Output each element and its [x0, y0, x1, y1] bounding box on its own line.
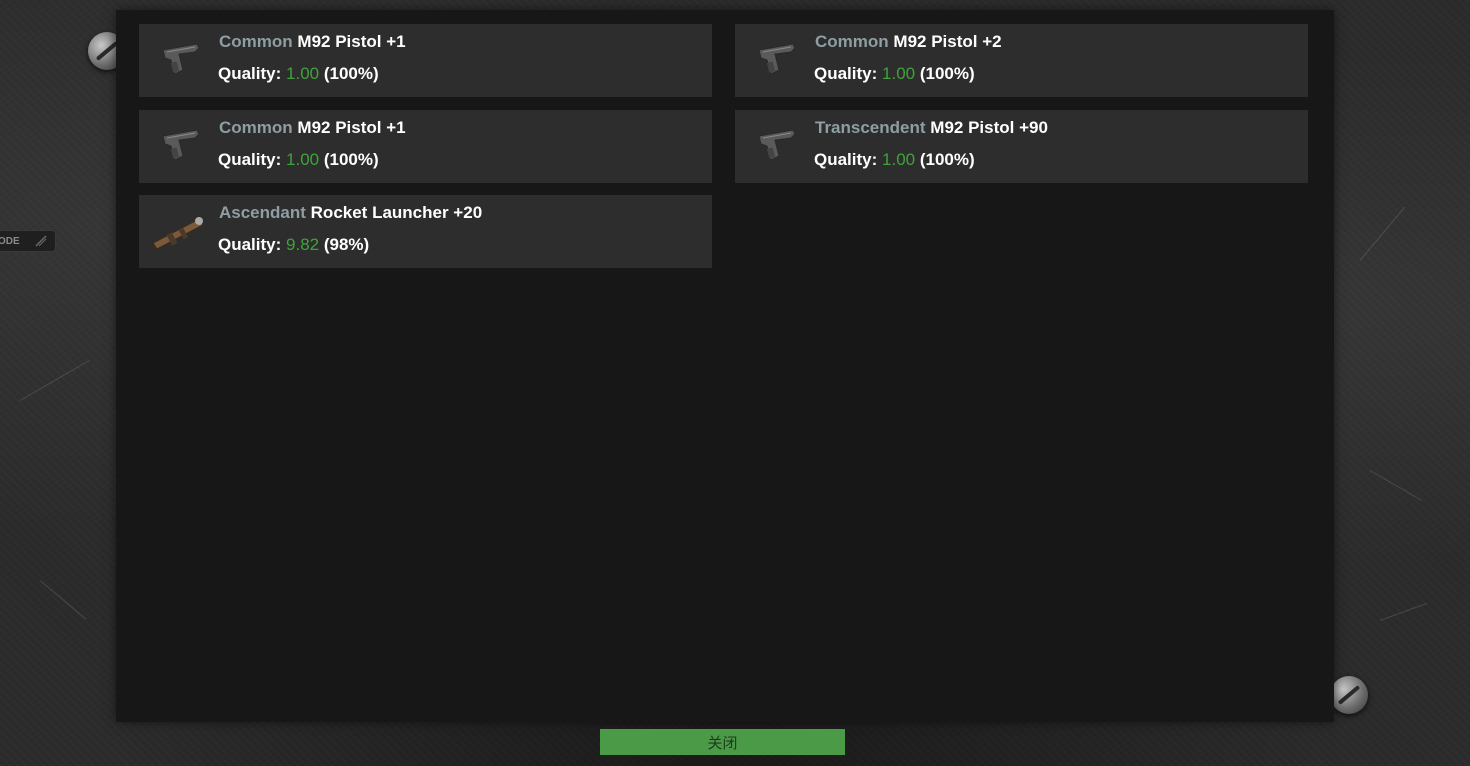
- pistol-icon: [162, 43, 200, 75]
- quality-percent: (100%): [323, 150, 379, 169]
- quality-label: Quality:: [814, 64, 878, 83]
- screw-icon: [1330, 676, 1368, 714]
- slash-icon: [35, 235, 47, 247]
- pistol-icon: [758, 129, 796, 161]
- quality-percent: (100%): [323, 64, 379, 83]
- item-rarity: Common: [219, 118, 293, 137]
- rocket-launcher-icon: [152, 217, 204, 250]
- item-card[interactable]: Transcendent M92 Pistol +90 Quality: 1.0…: [735, 110, 1308, 183]
- item-rarity: Ascendant: [219, 203, 306, 222]
- pistol-icon: [162, 129, 200, 161]
- quality-value: 1.00: [286, 64, 320, 83]
- item-title: Ascendant Rocket Launcher +20: [219, 203, 482, 223]
- item-quality: Quality: 1.00 (100%): [218, 64, 379, 84]
- quality-label: Quality:: [814, 150, 878, 169]
- item-name: M92 Pistol +2: [893, 32, 1002, 51]
- item-quality: Quality: 1.00 (100%): [814, 150, 975, 170]
- quality-label: Quality:: [218, 64, 282, 83]
- reward-list-panel: Common M92 Pistol +1 Quality: 1.00 (100%…: [116, 10, 1334, 722]
- quality-value: 1.00: [286, 150, 320, 169]
- item-name: Rocket Launcher +20: [310, 203, 483, 222]
- item-name: M92 Pistol +1: [297, 32, 406, 51]
- item-quality: Quality: 1.00 (100%): [218, 150, 379, 170]
- item-card[interactable]: Common M92 Pistol +1 Quality: 1.00 (100%…: [139, 110, 712, 183]
- item-name: M92 Pistol +1: [297, 118, 406, 137]
- item-name: M92 Pistol +90: [930, 118, 1048, 137]
- item-title: Common M92 Pistol +2: [815, 32, 1002, 52]
- side-mode-label: ODE: [0, 236, 20, 247]
- close-button[interactable]: 关闭: [600, 729, 845, 755]
- item-card[interactable]: Ascendant Rocket Launcher +20 Quality: 9…: [139, 195, 712, 268]
- item-title: Common M92 Pistol +1: [219, 118, 406, 138]
- item-quality: Quality: 9.82 (98%): [218, 235, 369, 255]
- quality-value: 1.00: [882, 64, 916, 83]
- item-quality: Quality: 1.00 (100%): [814, 64, 975, 84]
- quality-value: 1.00: [882, 150, 916, 169]
- pistol-icon: [758, 43, 796, 75]
- item-title: Common M92 Pistol +1: [219, 32, 406, 52]
- quality-percent: (100%): [919, 150, 975, 169]
- quality-value: 9.82: [286, 235, 320, 254]
- quality-percent: (100%): [919, 64, 975, 83]
- side-mode-tab[interactable]: ODE: [0, 230, 56, 252]
- item-title: Transcendent M92 Pistol +90: [815, 118, 1048, 138]
- item-rarity: Common: [219, 32, 293, 51]
- item-rarity: Transcendent: [815, 118, 926, 137]
- quality-label: Quality:: [218, 150, 282, 169]
- item-rarity: Common: [815, 32, 889, 51]
- item-card[interactable]: Common M92 Pistol +2 Quality: 1.00 (100%…: [735, 24, 1308, 97]
- item-card[interactable]: Common M92 Pistol +1 Quality: 1.00 (100%…: [139, 24, 712, 97]
- quality-percent: (98%): [323, 235, 370, 254]
- quality-label: Quality:: [218, 235, 282, 254]
